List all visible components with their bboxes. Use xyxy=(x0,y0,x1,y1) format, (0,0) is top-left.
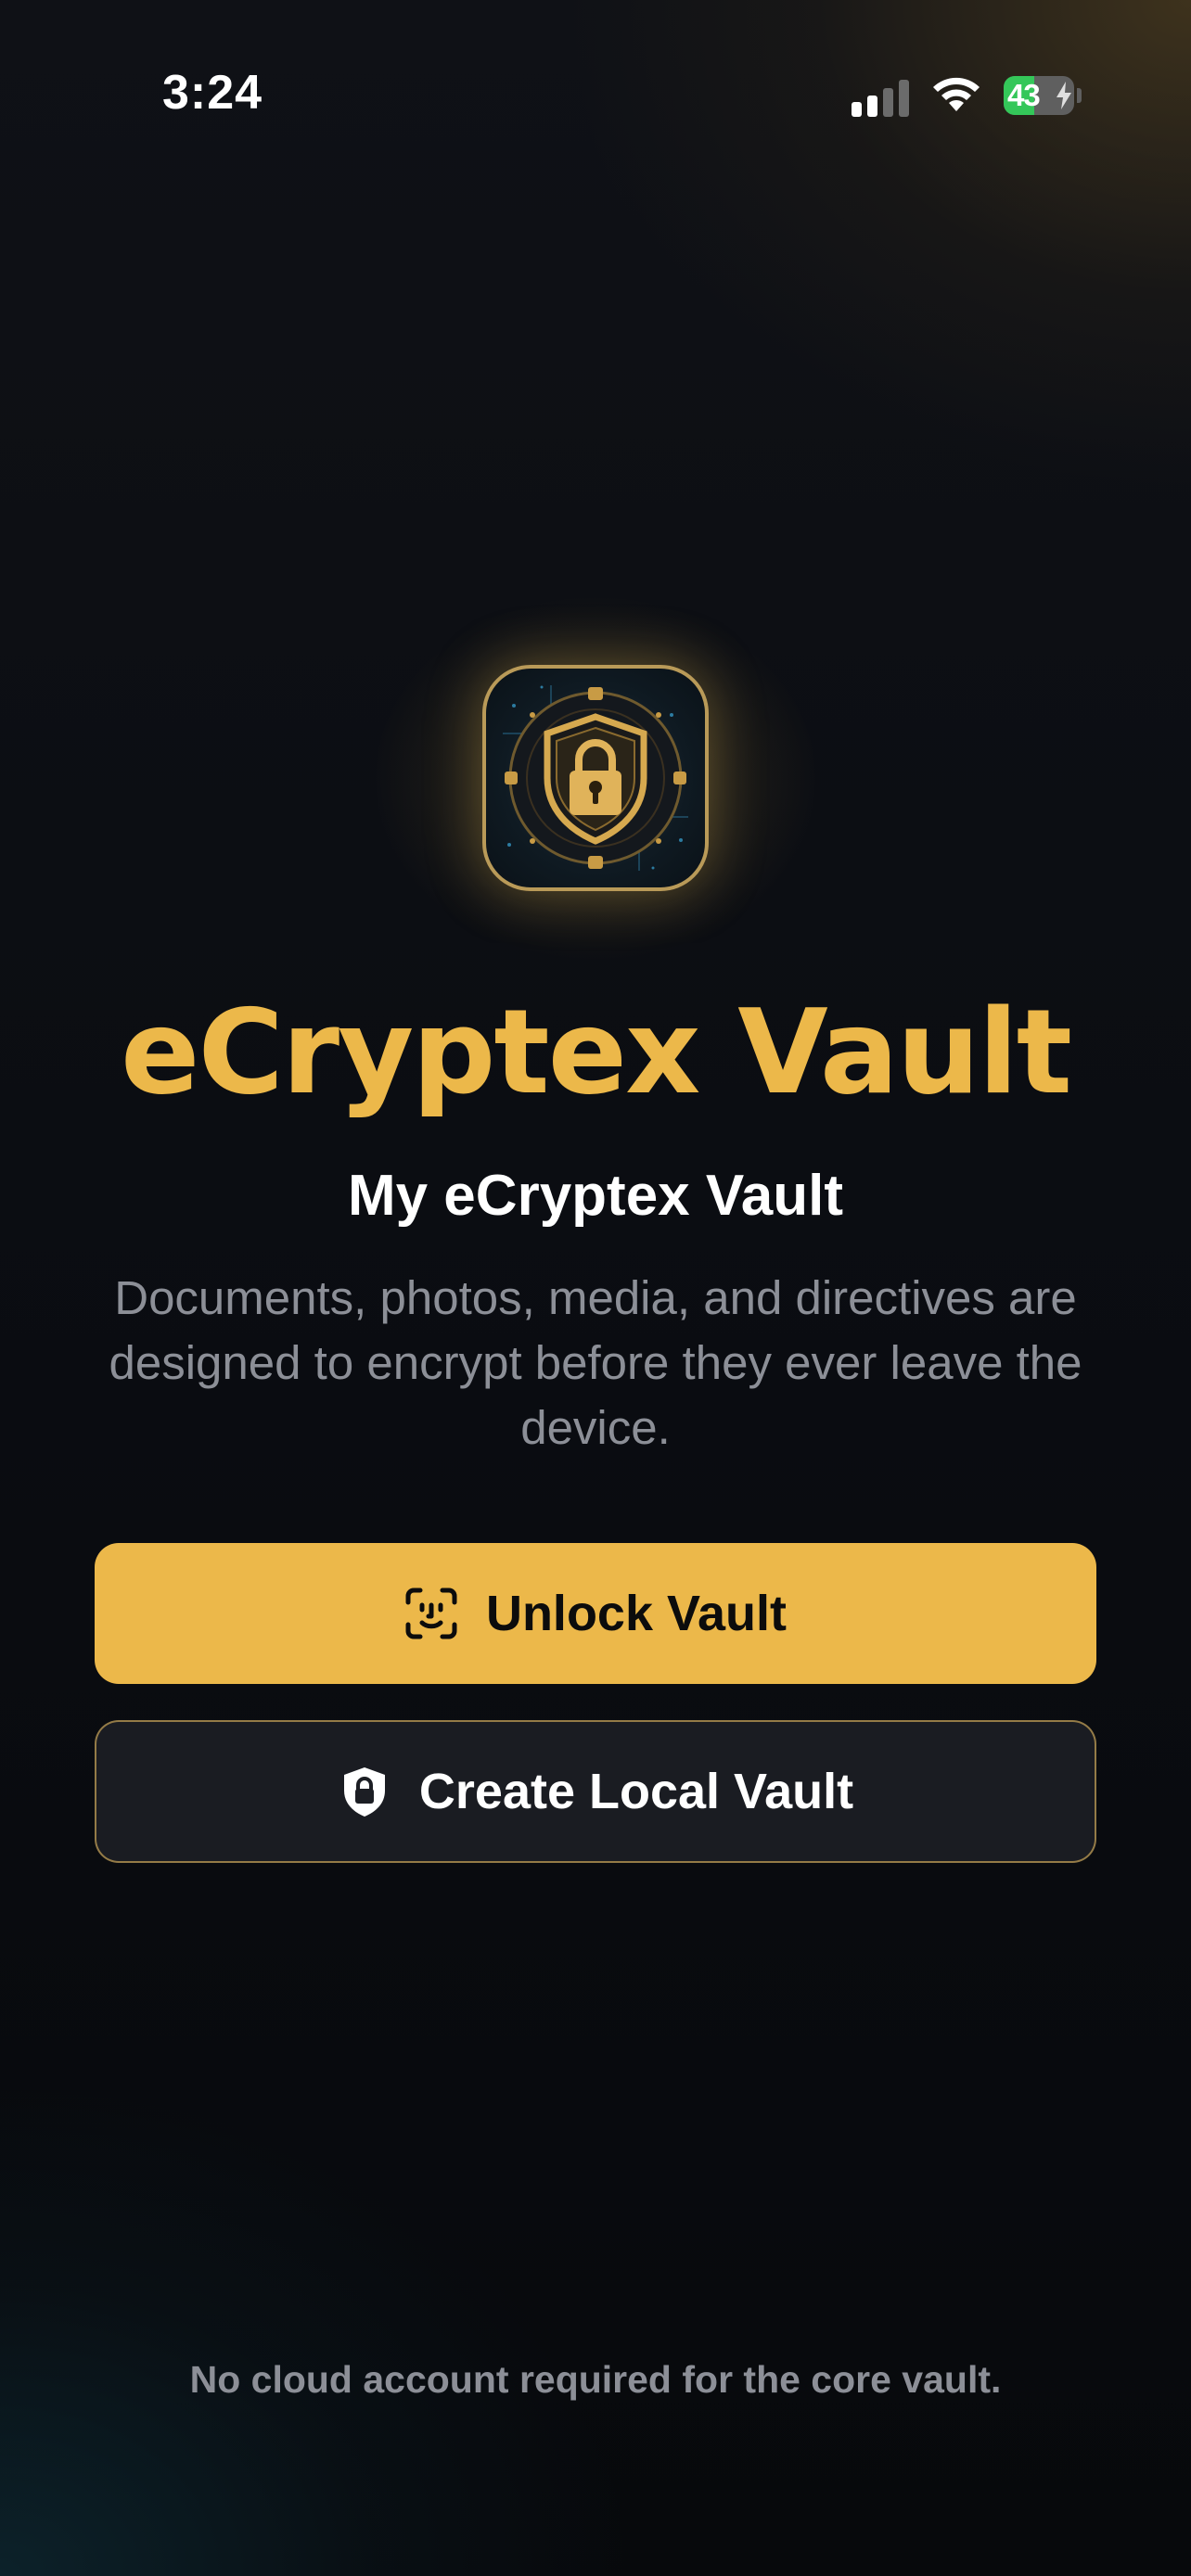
face-id-icon xyxy=(404,1587,458,1640)
create-local-vault-label: Create Local Vault xyxy=(418,1764,854,1819)
status-time: 3:24 xyxy=(162,66,263,120)
create-local-vault-button[interactable]: Create Local Vault xyxy=(95,1720,1096,1863)
unlock-vault-button[interactable]: Unlock Vault xyxy=(95,1543,1096,1684)
footer-note: No cloud account required for the core v… xyxy=(189,2358,1002,2401)
battery-level: 43 xyxy=(1007,78,1041,112)
shield-padlock-icon xyxy=(482,665,709,891)
battery-charging-icon: 43 xyxy=(1004,76,1074,115)
wifi-icon xyxy=(930,74,982,115)
battery-nub xyxy=(1077,88,1082,103)
vault-name: My eCryptex Vault xyxy=(347,1164,844,1228)
description-text: Documents, photos, media, and directives… xyxy=(109,1271,1082,1454)
bolt-icon xyxy=(1057,82,1071,109)
lock-shield-icon xyxy=(338,1765,391,1818)
unlock-vault-label: Unlock Vault xyxy=(485,1586,788,1641)
cellular-signal-icon xyxy=(852,80,911,117)
app-title: eCryptex Vault xyxy=(121,984,1072,1120)
